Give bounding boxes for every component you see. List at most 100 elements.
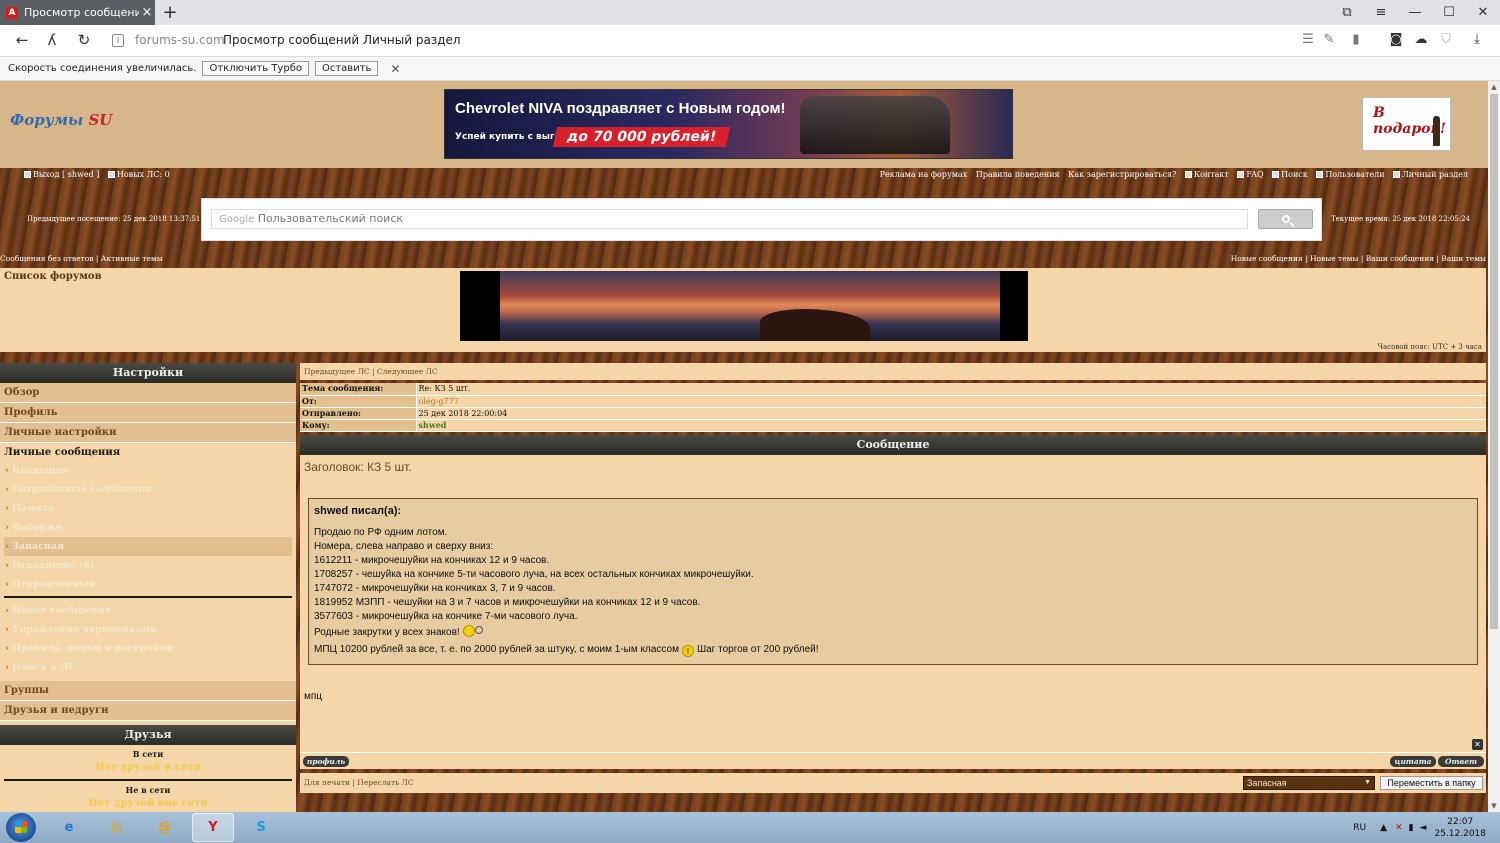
delete-message-icon[interactable]: ✕: [1472, 738, 1483, 750]
logout-icon: [24, 171, 31, 178]
pm-folder-memory[interactable]: Память: [4, 499, 292, 518]
tabs-icon[interactable]: ⧉: [1330, 0, 1364, 25]
turbo-infobar: Скорость соединения увеличилась. Отключи…: [0, 57, 1500, 81]
tray-expand-icon[interactable]: ▲: [1380, 823, 1387, 833]
keep-button[interactable]: Оставить: [314, 61, 379, 76]
timezone: Часовой пояс: UTC + 3 часа: [1377, 343, 1482, 351]
to-user-link[interactable]: shwed: [416, 419, 1486, 432]
toplink-register[interactable]: Как зарегистрироваться?: [1068, 170, 1176, 179]
toplink-ucp[interactable]: Личный раздел: [1402, 170, 1468, 179]
print-forward-links[interactable]: Для печати | Переслать ЛС: [304, 778, 414, 787]
sidebar-item-profile[interactable]: Профиль: [0, 403, 296, 423]
language-indicator[interactable]: RU: [1353, 823, 1366, 833]
quote-line-price: МПЦ 10200 рублей за все, т. е. по 2000 р…: [314, 641, 1472, 658]
start-button[interactable]: [6, 813, 36, 842]
sidebar-item-groups[interactable]: Группы: [0, 681, 296, 701]
bookmark-icon[interactable]: ▮: [1347, 32, 1365, 47]
new-tab-button[interactable]: +: [160, 2, 180, 23]
pm-folder-sent[interactable]: Отправленные: [4, 575, 292, 594]
reload-icon[interactable]: ↻: [74, 31, 94, 49]
reader-icon[interactable]: ☰: [1299, 32, 1317, 47]
sidebar-item-overview[interactable]: Обзор: [0, 383, 296, 403]
toplink-users[interactable]: Пользователи: [1325, 170, 1384, 179]
toplink-search[interactable]: Поиск: [1281, 170, 1308, 179]
signal-icon[interactable]: ▮: [1409, 823, 1414, 833]
profile-button[interactable]: профиль: [303, 755, 349, 767]
tray-clock[interactable]: 22:07 25.12.2018: [1434, 816, 1486, 840]
shield-icon[interactable]: ⛉: [1437, 32, 1455, 47]
toplink-rules[interactable]: Правила поведения: [976, 170, 1060, 179]
quote-line: Номера, слева направо и сверху вниз:: [314, 540, 494, 552]
new-pm-link[interactable]: Новых ЛС: 0: [117, 170, 170, 179]
pm-section-title[interactable]: Личные сообщения: [4, 445, 292, 461]
explorer-taskbar-icon[interactable]: ▤: [96, 813, 138, 842]
back-icon[interactable]: ←: [12, 31, 32, 49]
reply-button[interactable]: Ответ: [1438, 755, 1484, 767]
quote-line: 3577603 - микрочешуйка на кончике 7-ми ч…: [314, 610, 578, 622]
pen-icon[interactable]: ✎: [1320, 32, 1338, 47]
scroll-thumb[interactable]: [1490, 94, 1498, 629]
ie-taskbar-icon[interactable]: e: [48, 813, 90, 842]
volume-icon[interactable]: ◄: [1420, 823, 1427, 833]
move-to-folder-button[interactable]: Переместить в папку: [1380, 775, 1483, 790]
pm-info-table: Тема сообщения: Re: КЗ 5 шт. От: oleg-g7…: [300, 383, 1486, 432]
pm-folder-spare[interactable]: Запасная: [4, 537, 292, 556]
pm-search[interactable]: Поиск в ЛС: [4, 658, 292, 677]
pm-folder-inbox[interactable]: Входящие: [4, 461, 292, 480]
pm-rules-folders[interactable]: Правила, папки и настройки: [4, 639, 292, 658]
cloud-icon[interactable]: ☁: [1412, 32, 1430, 47]
logout-link[interactable]: Выход [ shwed ]: [33, 170, 99, 179]
tab-close-icon[interactable]: ×: [139, 5, 155, 20]
pm-new-message[interactable]: Новое сообщение: [4, 601, 292, 620]
table-row: Отправлено: 25 дек 2018 22:00:04: [300, 407, 1486, 420]
search-input[interactable]: Google Пользовательский поиск: [211, 209, 1248, 229]
sublinks-left[interactable]: Сообщения без ответов | Активные темы: [0, 254, 163, 263]
address-domain[interactable]: forums-su.com: [135, 33, 225, 47]
toplink-faq[interactable]: FAQ: [1246, 170, 1263, 179]
download-icon[interactable]: ⤓: [1468, 32, 1486, 47]
gift-ad-banner[interactable]: В подарок!: [1362, 97, 1451, 151]
sidebar-item-prefs[interactable]: Личные настройки: [0, 423, 296, 443]
current-time: Текущее время: 25 дек 2018 22:05:24: [1331, 215, 1470, 223]
infobar-close-icon[interactable]: ✕: [390, 62, 400, 76]
window-controls: ⧉ ≡ — ☐ ✕: [1330, 0, 1500, 25]
sidebar-item-friends-foes[interactable]: Друзья и недруги: [0, 701, 296, 721]
scroll-down-icon[interactable]: ▼: [1488, 800, 1500, 812]
toplink-contact[interactable]: Контакт: [1194, 170, 1229, 179]
browser-tabbar: A Просмотр сообщений / × + ⧉ ≡ — ☐ ✕: [0, 0, 1500, 25]
site-logo[interactable]: Форумы SU: [10, 111, 112, 129]
pm-prev-next-nav[interactable]: Предыдущее ЛС | Следующее ЛС: [300, 363, 1486, 380]
quote-block: shwed писал(а): Продаю по РФ одним лотом…: [308, 497, 1478, 665]
search-button[interactable]: [1258, 209, 1313, 229]
address-page-title[interactable]: Просмотр сообщений Личный раздел: [223, 33, 461, 47]
skype-taskbar-icon[interactable]: S: [240, 813, 282, 842]
folder-select[interactable]: Запасная ▼: [1243, 775, 1375, 790]
pm-folder-saved[interactable]: Сохранённые сообщения: [4, 480, 292, 499]
scroll-up-icon[interactable]: ▲: [1488, 81, 1500, 93]
ad-banner-chevrolet[interactable]: Chevrolet NIVA поздравляет с Новым годом…: [444, 89, 1013, 159]
toplink-ads[interactable]: Реклама на форумах: [880, 170, 968, 179]
network-icon[interactable]: ✕: [1395, 823, 1403, 833]
menu-icon[interactable]: ≡: [1364, 0, 1398, 25]
yandex-browser-taskbar-icon[interactable]: Y: [192, 813, 234, 842]
mail-taskbar-icon[interactable]: @: [144, 813, 186, 842]
reply-text: мпц: [304, 690, 323, 702]
quote-button[interactable]: цитата: [1390, 755, 1436, 767]
forum-list-link[interactable]: Список форумов: [4, 271, 102, 282]
from-label: От:: [300, 395, 417, 408]
turbo-icon[interactable]: ʎ: [42, 31, 62, 49]
quote-price-text-a: МПЦ 10200 рублей за все, т. е. по 2000 р…: [314, 643, 679, 655]
maximize-icon[interactable]: ☐: [1432, 0, 1466, 25]
page-scrollbar[interactable]: ▲ ▼: [1488, 81, 1500, 812]
browser-tab[interactable]: A Просмотр сообщений / ×: [0, 0, 155, 25]
minimize-icon[interactable]: —: [1398, 0, 1432, 25]
from-user-link[interactable]: oleg-g777: [416, 395, 1486, 408]
sublinks-right[interactable]: Новые сообщения | Новые темы | Ваши сооб…: [1231, 254, 1486, 263]
pm-folder-outbox[interactable]: Исходящие (8): [4, 556, 292, 575]
pm-manage-drafts[interactable]: Управление черновиками: [4, 620, 292, 639]
pm-folder-faberge[interactable]: Фаберже: [4, 518, 292, 537]
lock-icon[interactable]: i: [112, 34, 124, 47]
close-window-icon[interactable]: ✕: [1466, 0, 1500, 25]
camera-icon[interactable]: ◙: [1387, 32, 1405, 47]
disable-turbo-button[interactable]: Отключить Турбо: [202, 61, 309, 76]
